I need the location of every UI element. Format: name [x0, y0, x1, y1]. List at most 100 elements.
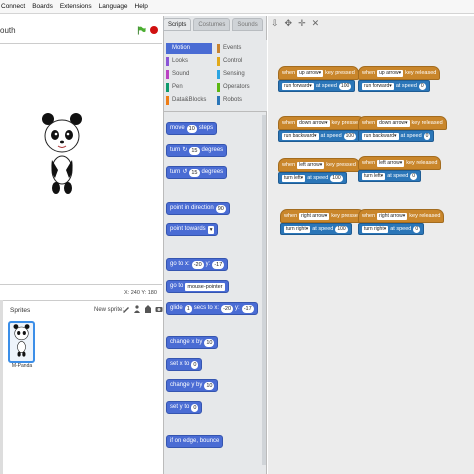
block-input[interactable]: 15: [189, 146, 200, 155]
block-dropdown[interactable]: run backward▾: [362, 132, 399, 140]
block-input[interactable]: -20: [221, 304, 234, 313]
category-robots[interactable]: Robots: [217, 95, 242, 106]
category-control[interactable]: Control: [217, 56, 242, 67]
category-pen[interactable]: Pen: [166, 82, 183, 93]
camera-sprite-icon[interactable]: [155, 305, 163, 313]
sprite-thumbnail[interactable]: [8, 321, 35, 363]
block-dropdown[interactable]: run forward▾: [362, 82, 394, 90]
block-if-on-edge-bounce[interactable]: if on edge, bounce: [166, 435, 224, 448]
block-dropdown[interactable]: mouse-pointer: [185, 282, 225, 291]
block-change-y[interactable]: change y by 10: [166, 379, 219, 392]
cmd-turn[interactable]: turn left▾ at speed 0: [358, 170, 422, 182]
block-go-to[interactable]: go to mouse-pointer: [166, 280, 229, 293]
hat-when-key-released[interactable]: when left arrow▾ key released: [358, 156, 442, 170]
block-dropdown[interactable]: down arrow▾: [377, 119, 410, 127]
hat-when-key-pressed[interactable]: when up arrow▾ key pressed: [278, 66, 359, 80]
block-input[interactable]: -17: [241, 304, 254, 313]
category-motion[interactable]: Motion: [166, 43, 212, 54]
block-input[interactable]: 0: [418, 82, 426, 90]
block-go-to-xy[interactable]: go to x: -20 y: -17: [166, 258, 229, 271]
category-sound[interactable]: Sound: [166, 69, 189, 80]
block-dropdown[interactable]: down arrow▾: [297, 119, 330, 127]
block-input[interactable]: 10: [186, 124, 197, 133]
block-input[interactable]: 0: [191, 403, 199, 412]
block-dropdown[interactable]: run backward▾: [282, 132, 319, 140]
tab-scripts[interactable]: Scripts: [163, 18, 192, 31]
block-dropdown[interactable]: up arrow▾: [297, 69, 324, 77]
menu-extensions[interactable]: Extensions: [60, 3, 92, 10]
menu-help[interactable]: Help: [135, 3, 148, 10]
panda-sprite[interactable]: [42, 110, 82, 205]
block-input[interactable]: 100: [335, 225, 348, 233]
block-input[interactable]: 0: [410, 172, 418, 180]
menu-language[interactable]: Language: [99, 3, 128, 10]
block-turn-left[interactable]: turn ↺ 15 degrees: [166, 166, 228, 179]
block-input[interactable]: -17: [212, 260, 225, 269]
hat-when-key-pressed[interactable]: when left arrow▾ key pressed: [278, 158, 360, 172]
block-dropdown[interactable]: turn right▾: [284, 225, 311, 233]
hat-when-key-pressed[interactable]: when right arrow▾ key pressed: [280, 209, 365, 223]
project-name[interactable]: outh: [0, 26, 16, 35]
block-input[interactable]: 100: [343, 132, 356, 140]
hat-when-key-pressed[interactable]: when down arrow▾ key pressed: [278, 116, 366, 130]
cmd-run[interactable]: run backward▾ at speed 0: [358, 130, 435, 142]
block-input[interactable]: 0: [191, 360, 199, 369]
block-input[interactable]: 100: [338, 82, 352, 90]
block-input[interactable]: 0: [413, 225, 421, 233]
block-change-x[interactable]: change x by 10: [166, 336, 219, 349]
block-dropdown[interactable]: up arrow▾: [377, 69, 404, 77]
tab-costumes[interactable]: Costumes: [193, 18, 231, 31]
block-input[interactable]: 90: [215, 204, 226, 213]
shrink-icon[interactable]: ✕: [312, 18, 320, 29]
block-dropdown[interactable]: right arrow▾: [377, 212, 408, 220]
block-input[interactable]: 0: [423, 132, 431, 140]
block-dropdown[interactable]: turn left▾: [362, 172, 386, 180]
cmd-turn[interactable]: turn right▾ at speed 100: [280, 223, 352, 235]
block-input[interactable]: 10: [204, 338, 215, 347]
block-set-y[interactable]: set y to 0: [166, 401, 203, 414]
green-flag-icon[interactable]: [137, 26, 146, 35]
block-input[interactable]: 15: [189, 168, 200, 177]
block-input[interactable]: 1: [184, 304, 192, 313]
grow-icon[interactable]: ✛: [298, 18, 306, 29]
category-events[interactable]: Events: [217, 43, 241, 54]
choose-sprite-icon[interactable]: [133, 305, 141, 313]
block-set-x[interactable]: set x to 0: [166, 358, 203, 371]
cmd-turn[interactable]: turn right▾ at speed 0: [358, 223, 425, 235]
cmd-run[interactable]: run backward▾ at speed 100: [278, 130, 360, 142]
hat-when-key-released[interactable]: when down arrow▾ key released: [358, 116, 447, 130]
category-data-blocks[interactable]: Data&Blocks: [166, 95, 206, 106]
block-input[interactable]: 10: [204, 381, 215, 390]
block-dropdown[interactable]: left arrow▾: [377, 159, 405, 167]
category-operators[interactable]: Operators: [217, 82, 250, 93]
tab-sounds[interactable]: Sounds: [232, 18, 263, 31]
block-move[interactable]: move 10 steps: [166, 122, 218, 135]
paint-sprite-icon[interactable]: [122, 305, 130, 313]
category-looks[interactable]: Looks: [166, 56, 188, 67]
block-dropdown[interactable]: right arrow▾: [299, 212, 330, 220]
palette-scrollbar[interactable]: [262, 115, 266, 465]
stop-button[interactable]: [150, 26, 158, 34]
upload-sprite-icon[interactable]: [144, 305, 152, 313]
block-point-in-direction[interactable]: point in direction 90: [166, 202, 230, 215]
block-dropdown[interactable]: turn left▾: [282, 174, 306, 182]
duplicate-icon[interactable]: ⇩: [271, 18, 279, 29]
block-glide[interactable]: glide 1 secs to x: -20 y: -17: [166, 302, 258, 315]
block-dropdown[interactable]: left arrow▾: [297, 161, 325, 169]
block-input[interactable]: 100: [330, 174, 343, 182]
block-input[interactable]: -20: [191, 260, 204, 269]
cmd-run[interactable]: run forward▾ at speed 0: [358, 80, 430, 92]
hat-when-key-released[interactable]: when right arrow▾ key released: [358, 209, 445, 223]
block-dropdown[interactable]: turn right▾: [362, 225, 389, 233]
category-sensing[interactable]: Sensing: [217, 69, 245, 80]
block-dropdown[interactable]: run forward▾: [282, 82, 314, 90]
cmd-run[interactable]: run forward▾ at speed 100: [278, 80, 356, 92]
delete-icon[interactable]: ✥: [285, 18, 293, 29]
block-dropdown[interactable]: ▾: [207, 225, 215, 234]
menu-boards[interactable]: Boards: [32, 3, 53, 10]
cmd-turn[interactable]: turn left▾ at speed 100: [278, 172, 347, 184]
menu-connect[interactable]: Connect: [1, 3, 25, 10]
block-point-towards[interactable]: point towards ▾: [166, 223, 219, 236]
block-turn-right[interactable]: turn ↻ 15 degrees: [166, 144, 228, 157]
hat-when-key-released[interactable]: when up arrow▾ key released: [358, 66, 441, 80]
